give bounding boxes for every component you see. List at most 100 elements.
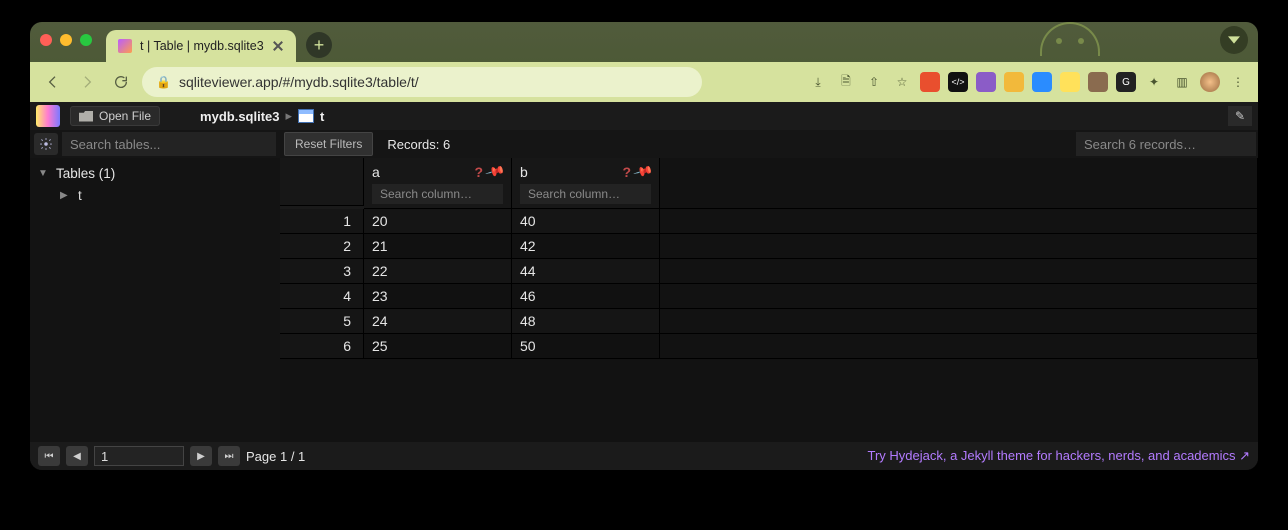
- minimize-window-button[interactable]: [60, 34, 72, 46]
- tables-header[interactable]: ▼ Tables (1): [30, 162, 280, 184]
- search-records-input[interactable]: [1076, 132, 1256, 156]
- reload-button[interactable]: [108, 69, 134, 95]
- close-window-button[interactable]: [40, 34, 52, 46]
- lock-icon: 🔒: [156, 75, 171, 89]
- column-header[interactable]: b ? 📌: [512, 158, 660, 209]
- breadcrumb: mydb.sqlite3 ▸ t: [200, 108, 324, 124]
- page-input[interactable]: [94, 446, 184, 466]
- column-name: b: [520, 164, 528, 180]
- sqlite-viewer-app: Open File mydb.sqlite3 ▸ t ✎ Reset Fi: [30, 102, 1258, 470]
- search-tables-input[interactable]: [62, 132, 276, 156]
- column-search-input[interactable]: [520, 184, 651, 204]
- data-cell[interactable]: 25: [364, 334, 512, 359]
- data-cell[interactable]: 50: [512, 334, 660, 359]
- new-tab-button[interactable]: +: [306, 32, 332, 58]
- data-cell[interactable]: 48: [512, 309, 660, 334]
- url-text: sqliteviewer.app/#/mydb.sqlite3/table/t/: [179, 74, 419, 90]
- open-file-button[interactable]: Open File: [70, 106, 160, 126]
- pin-icon[interactable]: 📌: [484, 161, 506, 183]
- column-search-input[interactable]: [372, 184, 503, 204]
- window-controls: [40, 34, 92, 46]
- data-cell[interactable]: 23: [364, 284, 512, 309]
- close-tab-icon[interactable]: [272, 40, 284, 52]
- grid-header: a ? 📌 b ? 📌: [280, 158, 1258, 209]
- table-row[interactable]: 52448: [280, 309, 1258, 334]
- data-cell[interactable]: 44: [512, 259, 660, 284]
- browser-menu-icon[interactable]: ⋮: [1228, 72, 1248, 92]
- tables-header-label: Tables (1): [56, 166, 115, 181]
- maximize-window-button[interactable]: [80, 34, 92, 46]
- forward-button[interactable]: [74, 69, 100, 95]
- data-cell[interactable]: 24: [364, 309, 512, 334]
- data-cell[interactable]: 46: [512, 284, 660, 309]
- row-number-cell: 1: [280, 209, 364, 234]
- row-number-header: [280, 158, 364, 206]
- row-number-cell: 5: [280, 309, 364, 334]
- sidebar-item-label: t: [78, 188, 82, 203]
- column-name: a: [372, 164, 380, 180]
- first-page-button[interactable]: ⏮: [38, 446, 60, 466]
- table-icon: [298, 109, 314, 123]
- grid-spacer: [660, 309, 1258, 334]
- breadcrumb-table[interactable]: t: [320, 109, 324, 124]
- table-row[interactable]: 42346: [280, 284, 1258, 309]
- page-icon[interactable]: 🗎: [836, 72, 856, 92]
- extension-icon[interactable]: [1060, 72, 1080, 92]
- share-icon[interactable]: ⇧: [864, 72, 884, 92]
- reset-filters-button[interactable]: Reset Filters: [284, 132, 373, 156]
- extension-icon[interactable]: [1032, 72, 1052, 92]
- folder-icon: [79, 111, 93, 122]
- table-row[interactable]: 32244: [280, 259, 1258, 284]
- data-cell[interactable]: 20: [364, 209, 512, 234]
- table-row[interactable]: 12040: [280, 209, 1258, 234]
- extension-icon[interactable]: </>: [948, 72, 968, 92]
- grid-empty-area: [280, 359, 1258, 442]
- extensions-menu-icon[interactable]: ✦: [1144, 72, 1164, 92]
- sidebar-item-table[interactable]: ▶ t: [30, 184, 280, 206]
- bookmark-icon[interactable]: ☆: [892, 72, 912, 92]
- app-footer: ⏮ ◀ ▶ ⏭ Page 1 / 1 Try Hydejack, a Jekyl…: [30, 442, 1258, 470]
- extension-icon[interactable]: G: [1116, 72, 1136, 92]
- data-cell[interactable]: 21: [364, 234, 512, 259]
- profile-avatar[interactable]: [1200, 72, 1220, 92]
- extension-icon[interactable]: [976, 72, 996, 92]
- grid-body: 120402214232244423465244862550: [280, 209, 1258, 359]
- back-button[interactable]: [40, 69, 66, 95]
- browser-window: t | Table | mydb.sqlite3 + 🔒 sqliteviewe…: [30, 22, 1258, 470]
- type-unknown-icon[interactable]: ?: [474, 164, 483, 180]
- pin-icon[interactable]: 📌: [632, 161, 654, 183]
- chevron-down-icon: ▼: [38, 168, 48, 179]
- table-row[interactable]: 22142: [280, 234, 1258, 259]
- data-cell[interactable]: 40: [512, 209, 660, 234]
- chevron-right-icon: ▶: [60, 190, 70, 201]
- data-cell[interactable]: 42: [512, 234, 660, 259]
- app-header: Open File mydb.sqlite3 ▸ t ✎: [30, 102, 1258, 130]
- browser-toolbar: 🔒 sqliteviewer.app/#/mydb.sqlite3/table/…: [30, 62, 1258, 102]
- side-panel-icon[interactable]: ▥: [1172, 72, 1192, 92]
- grid-spacer: [660, 158, 1258, 209]
- sidebar: ▼ Tables (1) ▶ t: [30, 158, 280, 442]
- android-icon: [1040, 22, 1100, 56]
- edit-button[interactable]: ✎: [1228, 106, 1252, 126]
- row-number-cell: 4: [280, 284, 364, 309]
- extension-icon[interactable]: [1004, 72, 1024, 92]
- record-count: Records: 6: [387, 137, 450, 152]
- prev-page-button[interactable]: ◀: [66, 446, 88, 466]
- settings-button[interactable]: [34, 133, 58, 155]
- table-row[interactable]: 62550: [280, 334, 1258, 359]
- breadcrumb-db[interactable]: mydb.sqlite3: [200, 109, 279, 124]
- extension-icon[interactable]: [1088, 72, 1108, 92]
- column-header[interactable]: a ? 📌: [364, 158, 512, 209]
- promo-link[interactable]: Try Hydejack, a Jekyll theme for hackers…: [867, 448, 1250, 464]
- row-number-cell: 2: [280, 234, 364, 259]
- type-unknown-icon[interactable]: ?: [622, 164, 631, 180]
- install-app-icon[interactable]: ⤓: [808, 72, 828, 92]
- tab-overflow-button[interactable]: [1220, 26, 1248, 54]
- grid-spacer: [660, 209, 1258, 234]
- address-bar[interactable]: 🔒 sqliteviewer.app/#/mydb.sqlite3/table/…: [142, 67, 702, 97]
- data-cell[interactable]: 22: [364, 259, 512, 284]
- extension-icon[interactable]: [920, 72, 940, 92]
- next-page-button[interactable]: ▶: [190, 446, 212, 466]
- browser-tab[interactable]: t | Table | mydb.sqlite3: [106, 30, 296, 62]
- last-page-button[interactable]: ⏭: [218, 446, 240, 466]
